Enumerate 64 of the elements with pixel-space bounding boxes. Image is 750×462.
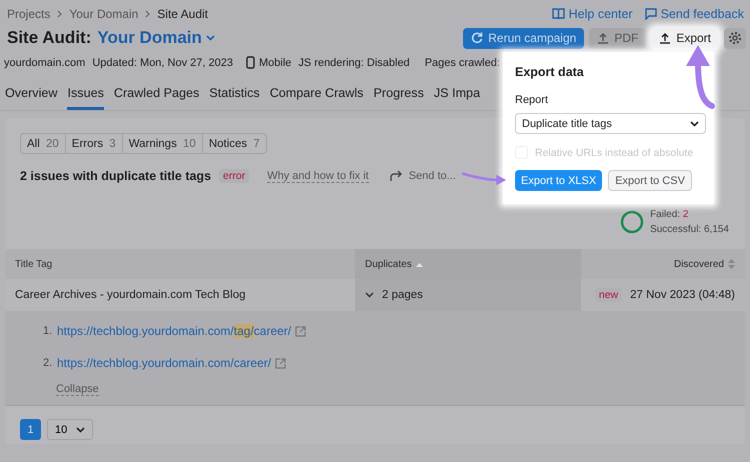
error-badge: error: [219, 169, 250, 183]
checkbox-label: Relative URLs instead of absolute: [535, 146, 694, 158]
upload-icon: [659, 32, 672, 44]
external-link-icon: [275, 358, 286, 368]
action-button[interactable]: Rerun campaign: [463, 28, 584, 48]
chevron-down-icon: [365, 292, 374, 298]
failed-text: Failed: 2: [650, 209, 690, 220]
settings-button[interactable]: [724, 28, 746, 48]
list-number: 2.: [43, 357, 53, 369]
chevron-down-icon: [690, 120, 699, 126]
tab[interactable]: Overview: [5, 86, 58, 110]
chat-icon: [644, 8, 657, 20]
pages-crawled-text: Pages crawled:: [424, 56, 500, 68]
mobile-icon: [246, 56, 255, 69]
column-header[interactable]: Title Tag: [5, 249, 355, 279]
refresh-icon: [471, 32, 484, 44]
send-to-button[interactable]: Send to...: [388, 170, 456, 182]
collapse-link[interactable]: Collapse: [56, 383, 99, 396]
book-icon: [552, 8, 565, 19]
domain-text: yourdomain.com: [4, 56, 86, 68]
action-button[interactable]: Export: [651, 28, 719, 48]
help-link[interactable]: Why and how to fix it: [267, 170, 369, 182]
updated-text: Updated: Mon, Nov 27, 2023: [92, 56, 233, 68]
report-select[interactable]: Duplicate title tags: [515, 113, 706, 134]
tab[interactable]: Crawled Pages: [114, 86, 200, 110]
date-text: 27 Nov 2023 (04:48): [630, 289, 735, 301]
filter-button[interactable]: Notices 7: [202, 133, 267, 154]
breadcrumb-link[interactable]: Your Domain: [69, 6, 138, 20]
sort-icon: [728, 259, 735, 269]
tab[interactable]: Statistics: [209, 86, 260, 110]
device-text: Mobile: [258, 56, 292, 68]
tab[interactable]: JS Impa: [434, 86, 480, 110]
per-page-select[interactable]: 10: [47, 419, 94, 440]
external-link-icon: [295, 326, 306, 336]
chevron-right-icon: [145, 10, 150, 18]
new-badge: new: [594, 288, 622, 302]
page-button[interactable]: 1: [20, 419, 41, 440]
list-number: 1.: [43, 325, 53, 337]
filter-button[interactable]: All 20: [20, 133, 66, 154]
successful-text: Successful: 6,154: [650, 224, 729, 235]
export-button[interactable]: Export to XLSX: [515, 170, 602, 191]
export-button[interactable]: Export to CSV: [608, 170, 692, 191]
column-header[interactable]: Discovered: [581, 249, 745, 279]
share-arrow-icon: [388, 170, 403, 182]
breadcrumb-link[interactable]: Projects: [7, 6, 50, 20]
tab[interactable]: Issues: [67, 86, 104, 110]
filter-button[interactable]: Warnings 10: [122, 133, 203, 154]
report-label: Report: [515, 94, 550, 106]
popup-title: Export data: [515, 65, 585, 79]
page-title: Site Audit:: [7, 28, 92, 48]
issue-title: 2 issues with duplicate title tags: [20, 169, 212, 183]
column-header[interactable]: Duplicates: [355, 249, 581, 279]
chevron-down-icon: [206, 35, 215, 41]
tab[interactable]: Compare Crawls: [270, 86, 364, 110]
chevron-down-icon: [76, 426, 86, 432]
upload-icon: [597, 32, 610, 44]
checks-ring-icon: [620, 210, 644, 234]
filter-button[interactable]: Errors 3: [66, 133, 123, 154]
expand-toggle[interactable]: 2 pages: [355, 279, 581, 311]
chevron-right-icon: [57, 10, 62, 18]
settings-icon: [728, 31, 742, 45]
js-rendering-text: JS rendering: Disabled: [298, 56, 410, 68]
tab[interactable]: Progress: [373, 86, 424, 110]
sort-up-icon: [416, 262, 423, 266]
